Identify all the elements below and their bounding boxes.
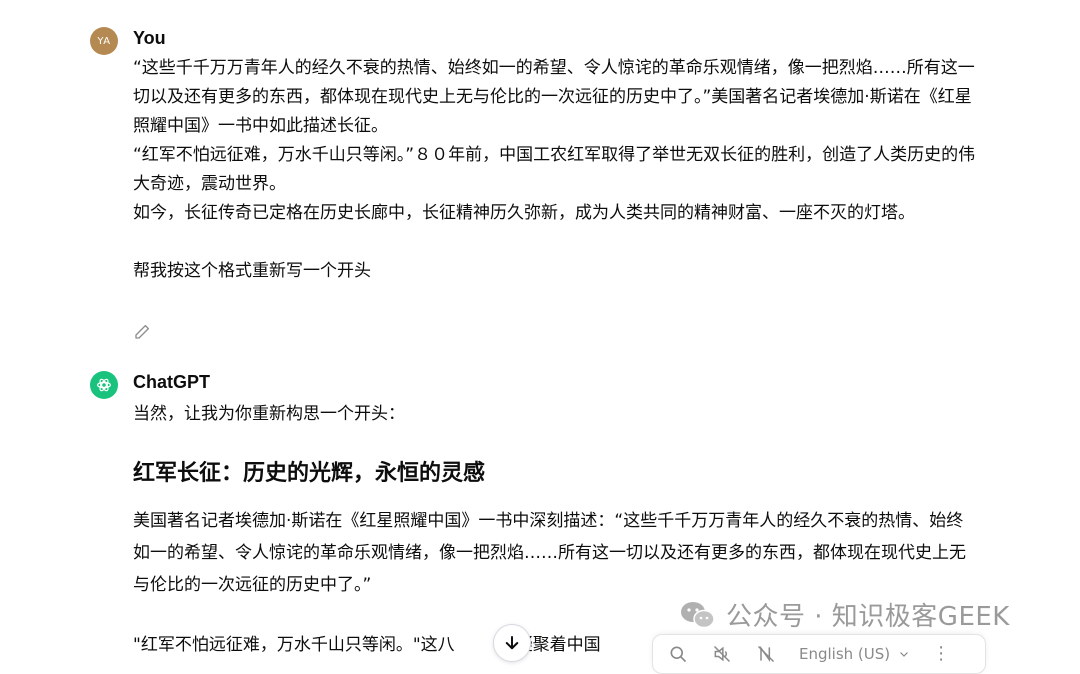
more-vertical-icon[interactable]: ⋮ xyxy=(932,645,950,663)
user-line-1: “这些千千万万青年人的经久不衰的热情、始终如一的希望、令人惊诧的革命乐观情绪，像… xyxy=(133,58,975,136)
assistant-intro: 当然，让我为你重新构思一个开头： xyxy=(133,400,983,429)
search-icon[interactable] xyxy=(667,643,689,665)
user-message-text: “这些千千万万青年人的经久不衰的热情、始终如一的希望、令人惊诧的革命乐观情绪，像… xyxy=(133,54,983,286)
watermark-text: 公众号 · 知识极客GEEK xyxy=(726,602,1010,632)
assistant-paragraph-1: 美国著名记者埃德加·斯诺在《红星照耀中国》一书中深刻描述：“这些千千万万青年人的… xyxy=(133,511,966,595)
chevron-down-icon xyxy=(900,652,909,657)
assistant-heading: 红军长征：历史的光辉，永恒的灵感 xyxy=(133,461,486,486)
language-select[interactable]: English (US) xyxy=(799,645,910,663)
watermark: 公众号 · 知识极客GEEK xyxy=(678,596,1010,633)
openai-logo-icon xyxy=(90,371,118,399)
user-request: 帮我按这个格式重新写一个开头 xyxy=(133,261,371,281)
user-author-name: You xyxy=(133,28,166,48)
pencil-icon[interactable] xyxy=(133,323,153,343)
assistant-intro-text: 当然，让我为你重新构思一个开头： xyxy=(133,404,405,424)
user-line-2: “红军不怕远征难，万水千山只等闲。”８０年前，中国工农红军取得了举世无双长征的胜… xyxy=(133,145,976,194)
no-translate-icon[interactable] xyxy=(755,643,777,665)
arrow-down-icon xyxy=(505,636,519,650)
language-label: English (US) xyxy=(799,645,891,663)
wechat-logo-icon xyxy=(681,601,715,628)
assistant-paragraph-2: "红军不怕远征难，万水千山只等闲。"这八 ，凝聚着中国 xyxy=(133,629,733,661)
assistant-author-name: ChatGPT xyxy=(133,372,211,392)
speaker-icon[interactable] xyxy=(711,643,733,665)
assistant-paragraph-2-start: "红军不怕远征难，万水千山只等闲。"这八 xyxy=(133,635,455,655)
user-line-3: 如今，长征传奇已定格在历史长廊中，长征精神历久弥新，成为人类共同的精神财富、一座… xyxy=(133,203,915,223)
scroll-down-button[interactable] xyxy=(493,624,531,662)
user-avatar: YA xyxy=(90,27,118,55)
floating-toolbar: English (US) ⋮ xyxy=(652,634,986,674)
